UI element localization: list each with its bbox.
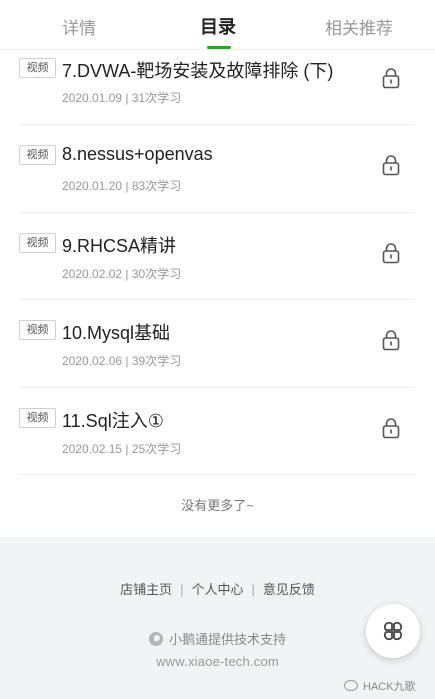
lesson-item[interactable]: 视频 9.RHCSA精讲 2020.02.02 | 30次学习 [19,213,415,300]
footer-separator: | [251,582,255,597]
video-badge: 视频 [19,320,56,340]
lesson-meta: 2020.02.02 | 30次学习 [62,266,182,281]
lesson-title: 8.nessus+openvas [62,144,213,164]
floating-menu-button[interactable] [366,604,420,658]
lock-icon [382,330,400,351]
video-badge: 视频 [19,232,56,253]
video-badge: 视频 [19,407,56,428]
lesson-meta: 2020.02.15 | 25次学习 [62,441,182,456]
lock-icon [382,68,400,89]
clover-menu-icon [383,621,403,641]
lesson-item[interactable]: 视频 7.DVWA-靶场安装及故障排除 (下) 2020.01.09 | 31次… [19,50,415,125]
footer-domain: www.xiaoe-tech.com [156,654,279,669]
watermark: HACK九歌 [344,678,416,694]
active-tab-indicator [207,46,231,49]
lock-icon [382,417,400,438]
lock-icon [382,242,400,263]
tab-catalog[interactable]: 目录 [200,13,236,39]
footer-link-personal-center[interactable]: 个人中心 [191,582,243,597]
lesson-item[interactable]: 视频 8.nessus+openvas 2020.01.20 | 83次学习 [19,125,415,213]
no-more-text: 没有更多了~ [181,498,254,513]
tab-recommended[interactable]: 相关推荐 [325,14,393,39]
xiaoe-logo-icon [148,632,163,646]
powered-by-text: 小鹅通提供技术支持 [168,632,286,647]
footer-separator: | [180,582,184,597]
lesson-title: 10.Mysql基础 [62,323,171,343]
footer-link-feedback[interactable]: 意见反馈 [263,582,315,597]
lesson-title: 7.DVWA-靶场安装及故障排除 (下) [62,61,334,81]
lesson-meta: 2020.01.09 | 31次学习 [62,91,182,105]
lesson-item[interactable]: 视频 11.Sql注入① 2020.02.15 | 25次学习 [19,388,415,475]
lesson-meta: 2020.02.06 | 39次学习 [62,354,182,368]
tab-details[interactable]: 详情 [62,14,96,39]
watermark-text: HACK九歌 [363,681,416,693]
lesson-title: 11.Sql注入① [62,410,164,431]
lesson-title: 9.RHCSA精讲 [62,235,177,256]
video-badge: 视频 [19,58,56,78]
wechat-icon [344,680,358,691]
footer-link-shop-home[interactable]: 店铺主页 [120,582,172,597]
lesson-item[interactable]: 视频 10.Mysql基础 2020.02.06 | 39次学习 [19,300,415,388]
lesson-list: 视频 7.DVWA-靶场安装及故障排除 (下) 2020.01.09 | 31次… [0,50,435,475]
video-badge: 视频 [19,145,56,165]
footer-links: 店铺主页 | 个人中心 | 意见反馈 [0,579,435,598]
tab-bar: 详情 目录 相关推荐 [0,0,435,50]
lesson-meta: 2020.01.20 | 83次学习 [62,179,182,193]
lock-icon [382,155,400,176]
